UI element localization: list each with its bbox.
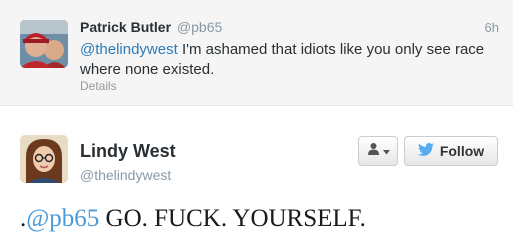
twitter-bird-icon bbox=[417, 143, 434, 159]
avatar[interactable] bbox=[20, 20, 68, 68]
details-link[interactable]: Details bbox=[80, 79, 117, 93]
author-name[interactable]: Patrick Butler bbox=[80, 19, 171, 35]
reply-tweet: Patrick Butler @pb65 6h @thelindywest I'… bbox=[0, 0, 513, 106]
tweet-text: @thelindywest I'm ashamed that idiots li… bbox=[80, 40, 500, 80]
reply-header: Patrick Butler @pb65 bbox=[80, 19, 222, 35]
mention-link[interactable]: @pb65 bbox=[26, 205, 99, 232]
tweet-timestamp[interactable]: 6h bbox=[485, 20, 499, 35]
follow-button[interactable]: Follow bbox=[404, 136, 498, 166]
user-actions-dropdown[interactable] bbox=[358, 136, 398, 166]
user-icon bbox=[367, 142, 380, 160]
mention-link[interactable]: @thelindywest bbox=[80, 41, 178, 58]
author-handle[interactable]: @thelindywest bbox=[80, 167, 171, 183]
author-name[interactable]: Lindy West bbox=[80, 141, 176, 162]
follow-label: Follow bbox=[439, 143, 485, 159]
tweet-text: .@pb65 GO. FUCK. YOURSELF. bbox=[20, 205, 366, 233]
avatar[interactable] bbox=[20, 135, 68, 183]
caret-down-icon bbox=[382, 142, 390, 160]
author-handle[interactable]: @pb65 bbox=[177, 19, 222, 35]
tweet-body: GO. FUCK. YOURSELF. bbox=[99, 205, 366, 232]
